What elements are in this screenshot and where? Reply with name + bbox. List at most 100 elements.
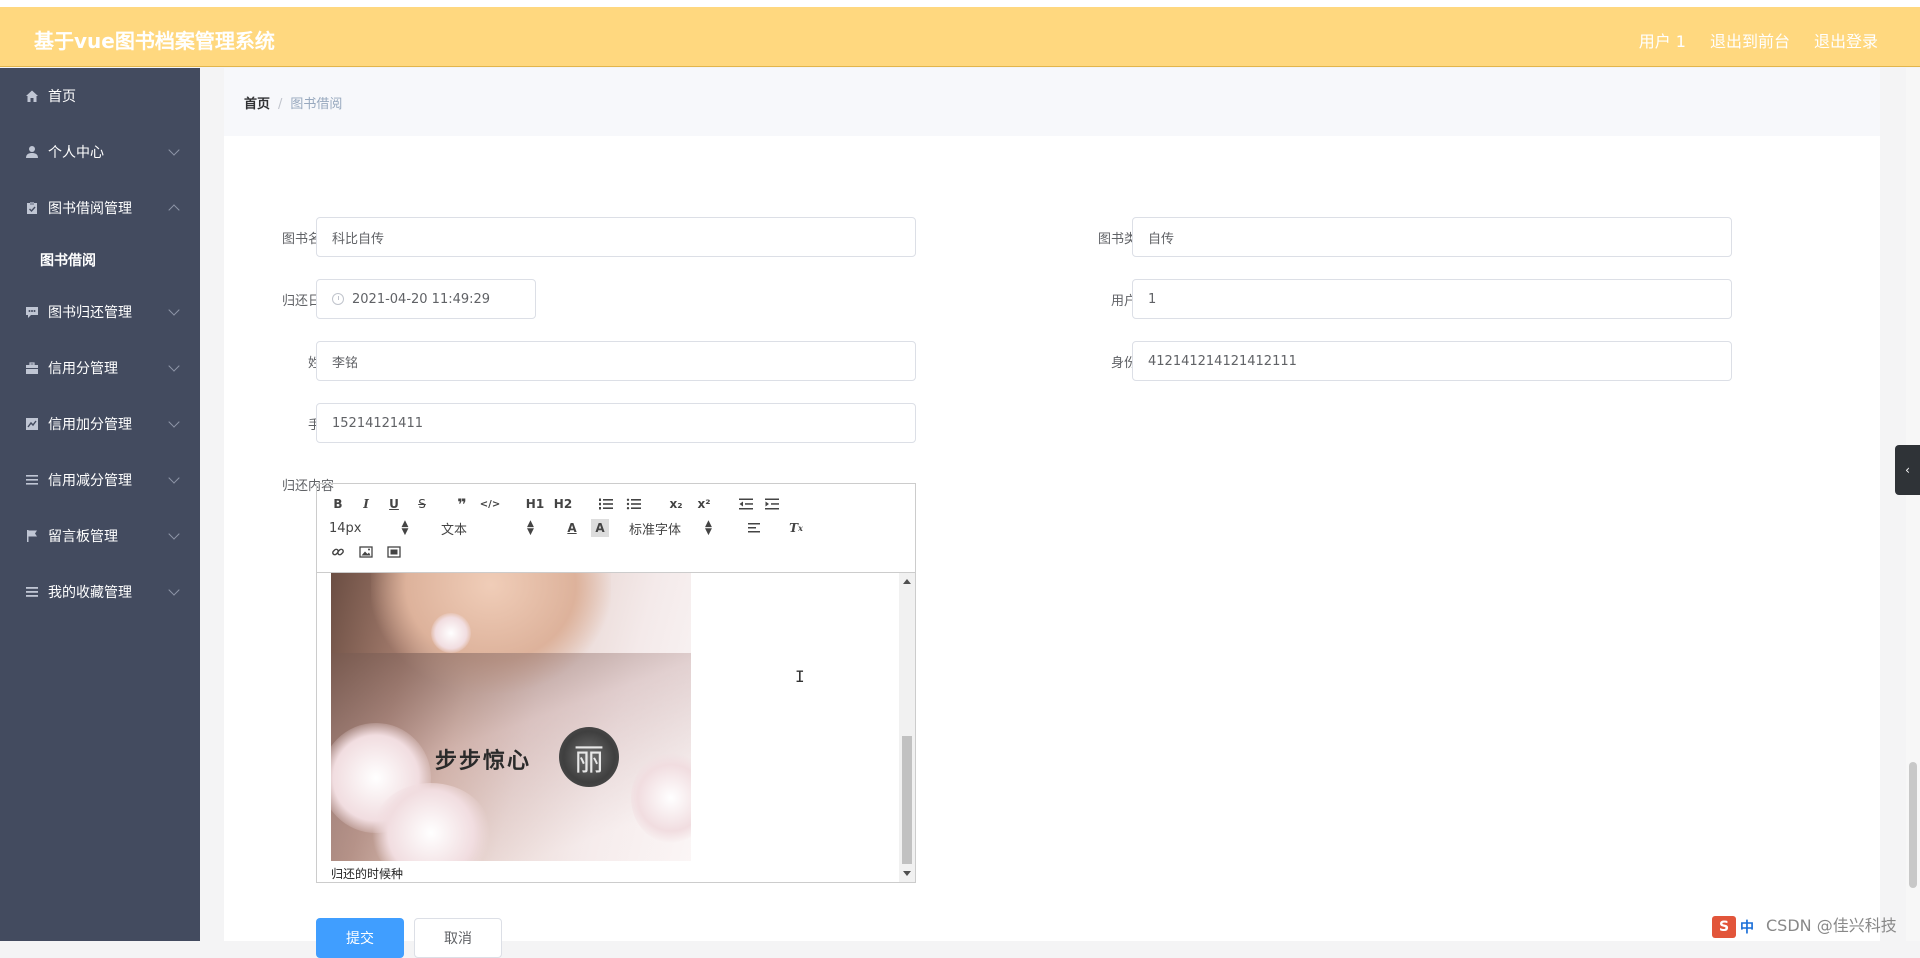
exit-to-frontend-link[interactable]: 退出到前台 <box>1710 28 1790 52</box>
sidebar-item-credit-management[interactable]: 信用分管理 <box>0 340 200 396</box>
comment-icon <box>24 304 40 320</box>
font-color-button[interactable]: A <box>563 519 581 537</box>
sidebar-item-credit-add-management[interactable]: 信用加分管理 <box>0 396 200 452</box>
sidebar-item-return-management[interactable]: 图书归还管理 <box>0 284 200 340</box>
phone-input[interactable]: 15214121411 <box>316 403 916 443</box>
current-user-link[interactable]: 用户 1 <box>1639 28 1686 52</box>
sidebar-item-home[interactable]: 首页 <box>0 68 200 124</box>
sidebar-item-personal-center[interactable]: 个人中心 <box>0 124 200 180</box>
menu-icon <box>24 584 40 600</box>
ordered-list-button[interactable] <box>597 495 615 513</box>
sidebar-item-credit-deduct-management[interactable]: 信用减分管理 <box>0 452 200 508</box>
sidebar-item-label: 个人中心 <box>48 145 104 161</box>
breadcrumb-bar: 首页 / 图书借阅 <box>224 68 1880 136</box>
sidebar-item-message-board[interactable]: 留言板管理 <box>0 508 200 564</box>
book-type-input[interactable]: 自传 <box>1132 217 1732 257</box>
app-title: 基于vue图书档案管理系统 <box>34 29 275 53</box>
editor-content[interactable]: 步步惊心 丽 归还的时候种 <box>317 573 915 882</box>
page-scrollbar[interactable] <box>1906 68 1920 941</box>
code-block-button[interactable]: </> <box>479 495 501 513</box>
ime-mode[interactable]: 中 <box>1740 917 1754 937</box>
home-icon <box>24 88 40 104</box>
bullet-list-button[interactable] <box>625 495 643 513</box>
scroll-up-arrow-icon[interactable] <box>903 579 911 584</box>
sidebar-item-label: 信用分管理 <box>48 361 118 377</box>
clipboard-icon <box>24 200 40 216</box>
updown-caret-icon: ▲ ▼ <box>401 519 409 537</box>
editor-toolbar: B I U S ❞ </> H1 H2 x₂ x² 14px ▲ ▼ 文本 ▲ … <box>317 484 915 573</box>
sidebar-item-borrow-management[interactable]: 图书借阅管理 <box>0 180 200 236</box>
sidebar-item-label: 图书借阅管理 <box>48 201 132 217</box>
watermark: CSDN @佳兴科技 <box>1766 916 1897 935</box>
id-card-input[interactable]: 412141214121412111 <box>1132 341 1732 381</box>
chevron-left-icon: ‹ <box>1905 463 1910 477</box>
clock-icon <box>332 293 344 305</box>
return-date-picker[interactable]: 2021-04-20 11:49:29 <box>316 279 536 319</box>
sogou-logo-icon: S <box>1712 916 1736 938</box>
underline-button[interactable]: U <box>385 495 403 513</box>
page-scroll-thumb[interactable] <box>1909 762 1917 888</box>
main-area: 首页 / 图书借阅 图书名称 科比自传 图书类型 自传 归还日期 2021-04-2… <box>200 68 1920 941</box>
outdent-button[interactable] <box>737 495 755 513</box>
ime-toolbar: S 中 <box>1712 916 1754 938</box>
scroll-thumb[interactable] <box>902 736 912 864</box>
italic-button[interactable]: I <box>357 495 375 513</box>
cancel-button[interactable]: 取消 <box>414 918 502 958</box>
editor-scrollbar[interactable] <box>899 573 915 882</box>
sidebar-item-favorites[interactable]: 我的收藏管理 <box>0 564 200 620</box>
chevron-down-icon <box>168 584 180 596</box>
strike-button[interactable]: S <box>413 495 431 513</box>
breadcrumb: 首页 / 图书借阅 <box>244 93 342 112</box>
sidebar-item-label: 我的收藏管理 <box>48 585 132 601</box>
chevron-down-icon <box>168 144 180 156</box>
header1-button[interactable]: H1 <box>525 495 545 513</box>
indent-button[interactable] <box>763 495 781 513</box>
collapse-panel-button[interactable]: ‹ <box>1895 445 1920 495</box>
breadcrumb-separator: / <box>278 97 283 112</box>
top-strip <box>0 0 1920 7</box>
return-date-value: 2021-04-20 11:49:29 <box>352 291 491 307</box>
background-color-button[interactable]: A <box>591 519 609 537</box>
sidebar-item-label: 留言板管理 <box>48 529 118 545</box>
font-size-value: 14px <box>329 520 362 536</box>
breadcrumb-home[interactable]: 首页 <box>244 97 270 112</box>
bold-button[interactable]: B <box>329 495 347 513</box>
updown-caret-icon: ▲ ▼ <box>527 519 534 537</box>
sidebar-item-label: 信用减分管理 <box>48 473 132 489</box>
chevron-down-icon <box>168 360 180 372</box>
flag-icon <box>24 528 40 544</box>
blockquote-button[interactable]: ❞ <box>453 495 471 514</box>
submit-button[interactable]: 提交 <box>316 918 404 958</box>
username-input[interactable]: 1 <box>1132 279 1732 319</box>
superscript-button[interactable]: x² <box>695 495 713 513</box>
clear-format-button[interactable]: Tx <box>787 519 805 537</box>
logout-link[interactable]: 退出登录 <box>1814 28 1878 52</box>
breadcrumb-current: 图书借阅 <box>290 97 343 112</box>
sidebar-item-label: 图书归还管理 <box>48 305 132 321</box>
app-header: 基于vue图书档案管理系统 用户 1 退出到前台 退出登录 <box>0 7 1920 67</box>
image-icon[interactable] <box>357 543 375 561</box>
header-value: 文本 <box>441 522 468 538</box>
link-icon[interactable] <box>329 543 347 561</box>
rich-text-editor: B I U S ❞ </> H1 H2 x₂ x² 14px ▲ ▼ 文本 ▲ … <box>316 483 916 883</box>
sidebar-item-label: 信用加分管理 <box>48 417 132 433</box>
chart-icon <box>24 416 40 432</box>
font-family-select[interactable]: 标准字体 ▲ ▼ <box>629 519 739 538</box>
chevron-down-icon <box>168 416 180 428</box>
book-name-input[interactable]: 科比自传 <box>316 217 916 257</box>
header-select[interactable]: 文本 ▲ ▼ <box>441 519 551 538</box>
name-input[interactable]: 李铭 <box>316 341 916 381</box>
align-button[interactable] <box>745 519 763 537</box>
header2-button[interactable]: H2 <box>553 495 573 513</box>
content-image: 步步惊心 丽 <box>331 573 691 861</box>
content-text: 归还的时候种 <box>331 867 404 881</box>
subscript-button[interactable]: x₂ <box>667 495 685 513</box>
scroll-down-arrow-icon[interactable] <box>903 871 911 876</box>
sidebar: 首页 个人中心 图书借阅管理 图书借阅 图书归还管理 信用分管理 信用加分管理 <box>0 68 200 941</box>
video-icon[interactable] <box>385 543 403 561</box>
updown-caret-icon: ▲ ▼ <box>705 519 712 537</box>
image-seal: 丽 <box>559 727 619 787</box>
font-size-select[interactable]: 14px ▲ ▼ <box>329 519 419 537</box>
sidebar-subitem-book-borrow[interactable]: 图书借阅 <box>0 236 200 284</box>
header-links: 用户 1 退出到前台 退出登录 <box>1639 28 1878 52</box>
